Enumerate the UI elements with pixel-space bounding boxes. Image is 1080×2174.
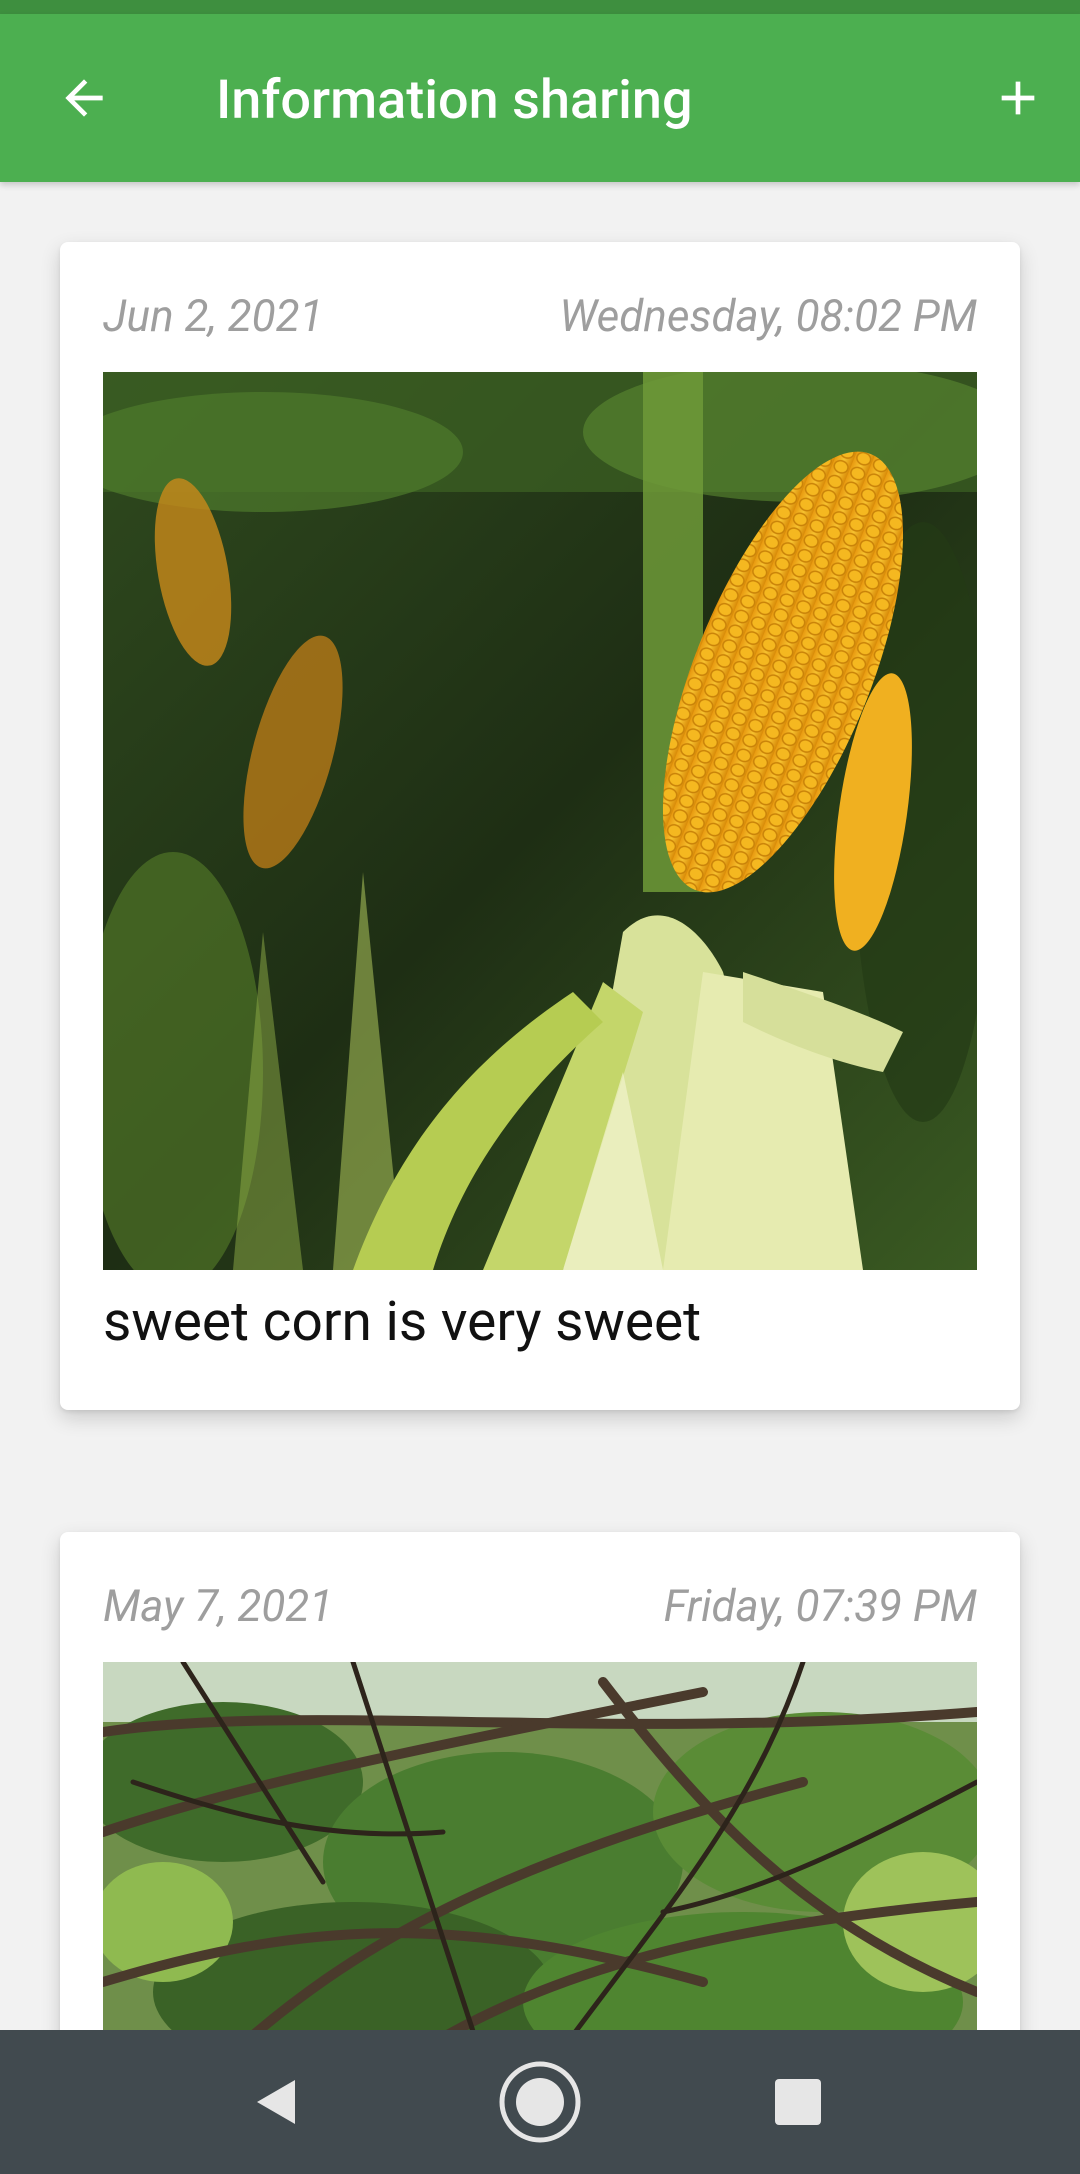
square-recents-icon — [775, 2079, 821, 2125]
add-post-button[interactable] — [978, 58, 1058, 138]
post-caption: sweet corn is very sweet — [103, 1290, 702, 1354]
circle-home-icon — [499, 2061, 581, 2143]
post-card[interactable]: May 7, 2021 Friday, 07:39 PM — [60, 1532, 1020, 2030]
post-meta: Jun 2, 2021 Wednesday, 08:02 PM — [103, 286, 977, 346]
system-nav-bar — [0, 2030, 1080, 2174]
corn-photo[interactable] — [103, 372, 977, 1270]
page-title: Information sharing — [216, 69, 693, 132]
post-card[interactable]: Jun 2, 2021 Wednesday, 08:02 PM sweet co… — [60, 242, 1020, 1410]
arrow-back-icon — [65, 79, 103, 117]
nav-back-button[interactable] — [227, 2052, 327, 2152]
nav-home-button[interactable] — [490, 2052, 590, 2152]
nav-recents-button[interactable] — [748, 2052, 848, 2152]
post-feed[interactable]: Jun 2, 2021 Wednesday, 08:02 PM sweet co… — [0, 182, 1080, 2030]
tree-branches-photo[interactable] — [103, 1662, 977, 2030]
plus-icon — [1001, 81, 1035, 115]
triangle-back-icon — [257, 2080, 295, 2124]
post-day-time: Wednesday, 08:02 PM — [559, 290, 977, 342]
post-day-time: Friday, 07:39 PM — [663, 1580, 977, 1632]
app-bar: Information sharing — [0, 14, 1080, 182]
status-bar — [0, 0, 1080, 14]
post-date: Jun 2, 2021 — [103, 290, 324, 342]
back-button[interactable] — [44, 58, 124, 138]
post-meta: May 7, 2021 Friday, 07:39 PM — [103, 1576, 977, 1636]
post-date: May 7, 2021 — [103, 1580, 334, 1632]
